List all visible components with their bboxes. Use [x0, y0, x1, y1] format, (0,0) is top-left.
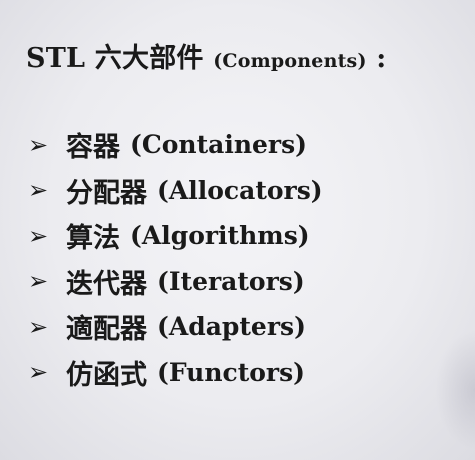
arrow-bullet-icon: ➢	[28, 130, 49, 159]
item-zh: 適配器	[66, 314, 147, 346]
list-item: ➢ 仿函式 (Functors)	[28, 350, 323, 396]
title-sub: (Components)	[213, 50, 367, 72]
list-item: ➢ 算法 (Algorithms)	[28, 213, 323, 259]
slide-title: STL 六大部件 (Components) :	[26, 36, 386, 75]
item-en: (Containers)	[130, 130, 307, 160]
list-item: ➢ 迭代器 (Iterators)	[28, 259, 323, 305]
arrow-bullet-icon: ➢	[28, 358, 49, 387]
arrow-bullet-icon: ➢	[28, 221, 49, 250]
list-item: ➢ 分配器 (Allocators)	[28, 168, 323, 214]
slide: STL 六大部件 (Components) : ➢ 容器 (Containers…	[0, 0, 475, 460]
arrow-bullet-icon: ➢	[28, 312, 49, 341]
list-item: ➢ 容器 (Containers)	[28, 122, 323, 168]
item-zh: 迭代器	[66, 268, 147, 300]
item-en: (Adapters)	[157, 312, 306, 342]
item-en: (Functors)	[157, 357, 306, 387]
title-prefix: STL	[26, 43, 86, 74]
arrow-bullet-icon: ➢	[28, 267, 49, 296]
item-en: (Allocators)	[157, 175, 323, 205]
list-item: ➢ 適配器 (Adapters)	[28, 304, 323, 350]
item-en: (Algorithms)	[130, 221, 310, 251]
item-zh: 算法	[66, 223, 120, 255]
item-en: (Iterators)	[157, 266, 305, 296]
title-cjk: 六大部件	[94, 43, 204, 74]
component-list: ➢ 容器 (Containers) ➢ 分配器 (Allocators) ➢ 算…	[28, 122, 323, 395]
item-zh: 分配器	[66, 177, 147, 209]
arrow-bullet-icon: ➢	[28, 176, 49, 205]
edge-shadow	[435, 330, 475, 450]
title-suffix: :	[376, 43, 387, 74]
item-zh: 容器	[66, 132, 120, 164]
item-zh: 仿函式	[66, 359, 147, 391]
